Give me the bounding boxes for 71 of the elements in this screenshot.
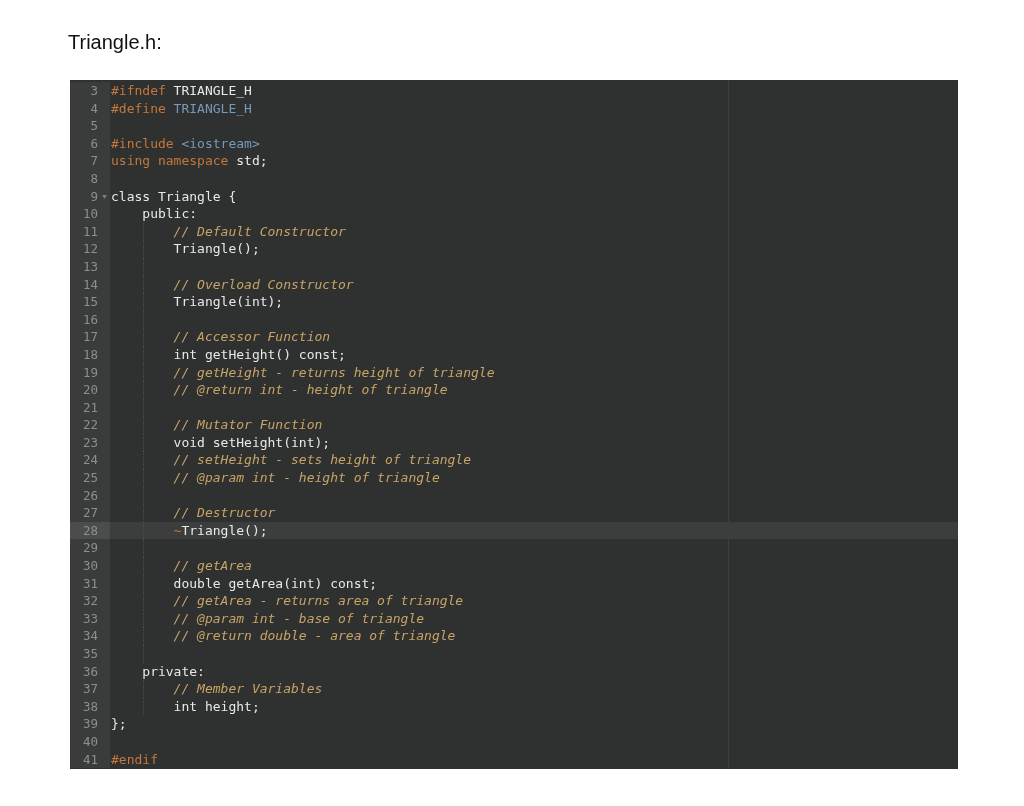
file-caption: Triangle.h: [68,30,163,55]
line-number: 38 [81,697,98,716]
code-line: }; [111,715,127,733]
line-number: 5 [89,117,98,135]
code-line: // Accessor Function [172,328,331,346]
code-line: // getArea - returns area of triangle [172,592,464,610]
code-line: // getHeight - returns height of triangle [172,363,495,382]
code-line: // @param int - base of triangle [172,609,425,628]
line-number: 12 [81,240,98,258]
code-line: // @param int - height of triangle [172,469,440,487]
code-line: #endif [111,750,158,769]
line-number: 20 [81,381,98,399]
code-line: Triangle(); [172,240,260,258]
line-number: 26 [81,486,98,505]
code-line: // Default Constructor [172,222,346,241]
code-line: int getHeight() const; [172,345,346,364]
fold-arrow-icon[interactable] [102,194,107,199]
code-line: // getArea [172,557,252,575]
code-line: #ifndef TRIANGLE_H [111,82,252,100]
line-number: 3 [89,82,98,100]
line-number: 13 [81,257,98,276]
line-number: 25 [81,469,98,487]
code-line: // @return int - height of triangle [172,381,448,399]
line-number: 40 [81,732,98,751]
line-number: 41 [81,750,98,769]
line-number: 24 [81,451,98,470]
line-number: 32 [81,592,98,610]
code-line: // setHeight - sets height of triangle [172,451,472,470]
line-number: 21 [81,398,98,417]
line-number: 23 [81,433,98,452]
line-number: 7 [89,152,98,170]
line-number: 19 [81,363,98,382]
line-number: 15 [81,293,98,311]
code-line: void setHeight(int); [172,433,331,452]
line-number: 10 [81,205,98,223]
code-line: Triangle(int); [172,293,284,311]
line-number: 17 [81,328,98,346]
code-line: #include <iostream> [111,134,260,153]
line-number: 30 [81,557,98,575]
line-number: 16 [81,310,98,329]
line-number: 11 [81,222,98,241]
line-number: 29 [81,539,98,558]
line-number: 33 [81,609,98,628]
code-line: using namespace std; [111,152,268,170]
line-number: 36 [81,662,98,681]
line-number: 6 [89,134,98,153]
code-line: // @return double - area of triangle [172,627,456,645]
line-number: 28 [81,521,98,540]
line-number: 39 [81,715,98,733]
line-number: 22 [81,416,98,434]
line-number: 34 [81,627,98,645]
line-number: 18 [81,345,98,364]
line-number: 27 [81,504,98,522]
line-number: 31 [81,574,98,593]
code-line: // Overload Constructor [172,275,354,294]
line-number: 9 [89,187,98,206]
code-line: public: [141,205,198,223]
code-line: // Mutator Function [172,416,323,434]
code-line: class Triangle { [111,187,237,206]
code-line: private: [141,662,205,681]
code-line: // Destructor [172,504,276,522]
code-line: double getArea(int) const; [172,574,378,593]
code-line: // Member Variables [172,680,323,698]
line-number: 4 [89,99,98,118]
code-line: #define TRIANGLE_H [111,99,252,118]
code-line: ~Triangle(); [172,521,268,540]
code-line: int height; [172,697,260,716]
line-number: 14 [81,275,98,294]
line-number: 37 [81,680,98,698]
line-number: 8 [89,169,98,188]
line-number: 35 [81,645,98,663]
